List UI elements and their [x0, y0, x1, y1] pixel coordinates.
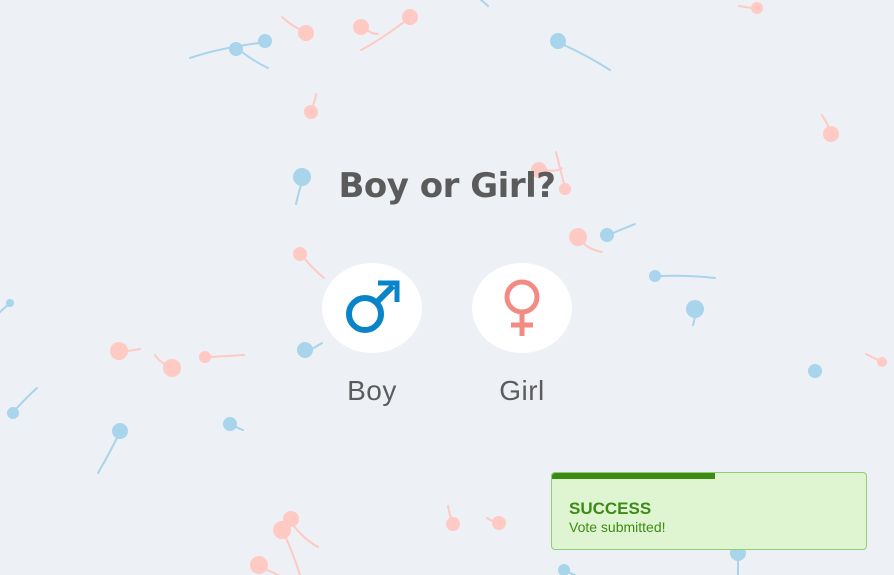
toast-message: Vote submitted! — [569, 519, 666, 535]
girl-icon-circle[interactable] — [472, 263, 572, 353]
boy-label: Boy — [347, 375, 397, 406]
toast-title: SUCCESS — [569, 499, 652, 518]
boy-vote-button[interactable]: Boy — [322, 263, 422, 407]
toast-progress-bar — [552, 473, 716, 479]
female-symbol-icon — [504, 279, 540, 336]
girl-label: Girl — [499, 375, 545, 406]
girl-vote-button[interactable]: Girl — [472, 263, 572, 407]
boy-icon-circle[interactable] — [322, 263, 422, 353]
toast-close-button[interactable] — [830, 473, 866, 509]
success-toast[interactable]: SUCCESS Vote submitted! — [551, 472, 867, 550]
toast-progress-track — [552, 473, 866, 479]
page-title: Boy or Girl? — [338, 166, 556, 206]
male-symbol-icon — [346, 280, 400, 333]
page: Boy or Girl? Boy Girl SUCCESS Vote submi… — [0, 0, 894, 575]
